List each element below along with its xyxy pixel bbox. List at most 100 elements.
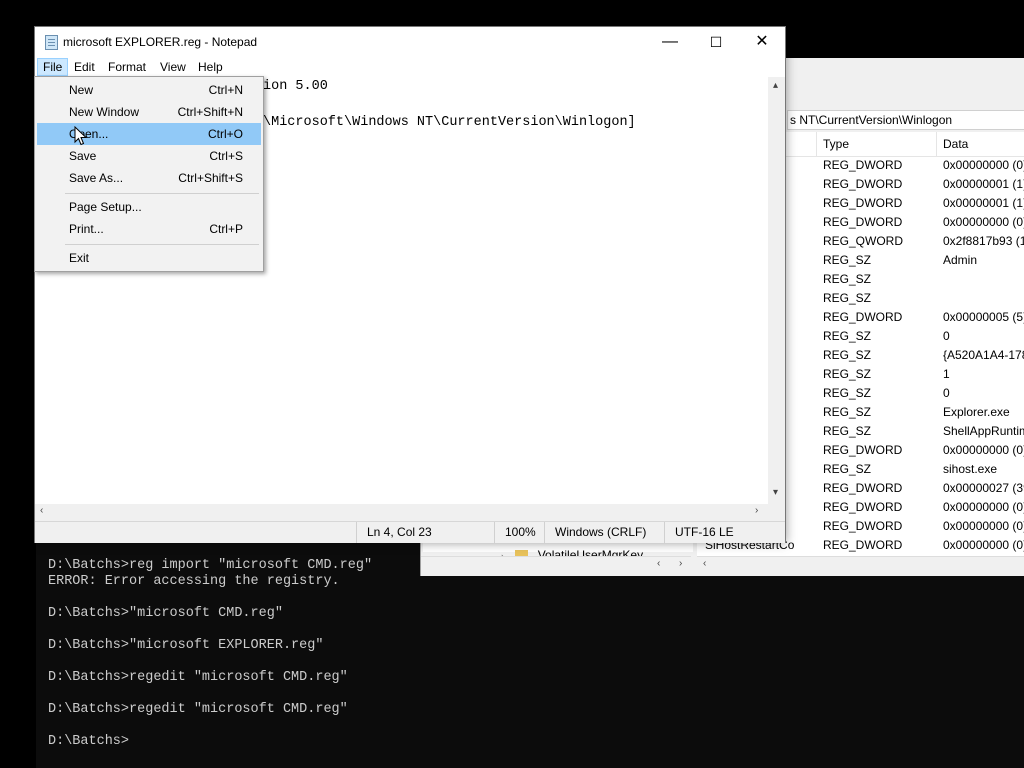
cursor-position: Ln 4, Col 23 xyxy=(356,522,496,543)
value-data: 0x00000000 (0) xyxy=(943,500,1024,514)
editor-line: ion 5.00 xyxy=(263,79,328,94)
value-type: REG_DWORD xyxy=(823,310,903,324)
value-data: sihost.exe xyxy=(943,462,998,476)
value-type: REG_DWORD xyxy=(823,500,903,514)
value-data: 0x00000000 (0) xyxy=(943,158,1024,172)
value-type: REG_DWORD xyxy=(823,443,903,457)
value-data: 0x00000000 (0) xyxy=(943,443,1024,457)
menu-item-save[interactable]: Save Ctrl+S xyxy=(37,145,261,167)
menu-item-label: Print... xyxy=(69,222,104,236)
scroll-down-icon[interactable]: ▾ xyxy=(773,487,778,498)
menu-edit[interactable]: Edit xyxy=(69,58,100,76)
value-data: 0x00000027 (39) xyxy=(943,481,1024,495)
value-data: 0x00000000 (0) xyxy=(943,215,1024,229)
value-type: REG_DWORD xyxy=(823,177,903,191)
menu-item-label: Page Setup... xyxy=(69,200,142,214)
value-data: 0x00000005 (5) xyxy=(943,310,1024,324)
column-header-type[interactable]: Type xyxy=(817,132,937,156)
value-type: REG_SZ xyxy=(823,291,872,305)
value-type: REG_SZ xyxy=(823,405,872,419)
status-bar: Ln 4, Col 23 100% Windows (CRLF) UTF-16 … xyxy=(35,521,785,543)
column-header-data[interactable]: Data xyxy=(937,132,1024,156)
menu-separator xyxy=(65,193,259,194)
menu-separator xyxy=(65,244,259,245)
value-type: REG_SZ xyxy=(823,462,872,476)
menu-bar: File Edit Format View Help xyxy=(35,57,785,77)
console-line: ERROR: Error accessing the registry. xyxy=(48,574,340,589)
zoom-level: 100% xyxy=(494,522,544,543)
values-horizontal-scrollbar[interactable]: ‹ xyxy=(697,556,1024,574)
scroll-right-icon[interactable]: › xyxy=(679,558,682,569)
value-data: {A520A1A4-178 xyxy=(943,348,1024,362)
window-title: microsoft EXPLORER.reg - Notepad xyxy=(63,35,258,49)
value-data: 0x00000000 (0) xyxy=(943,538,1024,552)
menu-item-label: Save xyxy=(69,149,97,163)
console-line: D:\Batchs>reg import "microsoft CMD.reg" xyxy=(48,558,373,573)
tree-horizontal-scrollbar[interactable]: ‹ › xyxy=(421,556,691,574)
menu-item-label: New xyxy=(69,83,94,97)
menu-item-open[interactable]: Open... Ctrl+O xyxy=(37,123,261,145)
menu-file[interactable]: File xyxy=(37,58,69,76)
menu-item-page-setup[interactable]: Page Setup... xyxy=(37,196,261,218)
editor-line: \Microsoft\Windows NT\CurrentVersion\Win… xyxy=(263,115,636,130)
menu-item-shortcut: Ctrl+P xyxy=(209,222,243,236)
menu-item-new-window[interactable]: New Window Ctrl+Shift+N xyxy=(37,101,261,123)
value-type: REG_QWORD xyxy=(823,234,904,248)
menu-item-shortcut: Ctrl+Shift+N xyxy=(177,105,243,119)
notepad-app-icon xyxy=(45,35,58,50)
value-data: Explorer.exe xyxy=(943,405,1010,419)
scroll-left-icon[interactable]: ‹ xyxy=(657,558,660,569)
value-data: 0 xyxy=(943,329,950,343)
value-type: REG_SZ xyxy=(823,424,872,438)
value-data: 0x00000001 (1) xyxy=(943,177,1024,191)
minimize-button[interactable]: — xyxy=(647,27,693,57)
menu-item-shortcut: Ctrl+O xyxy=(207,127,243,141)
scroll-left-icon[interactable]: ‹ xyxy=(703,558,706,569)
value-type: REG_DWORD xyxy=(823,158,903,172)
value-data: 0x00000001 (1) xyxy=(943,196,1024,210)
console-line: D:\Batchs>regedit "microsoft CMD.reg" xyxy=(48,670,348,685)
encoding: UTF-16 LE xyxy=(664,522,785,543)
menu-item-label: Exit xyxy=(69,251,90,265)
menu-item-print[interactable]: Print... Ctrl+P xyxy=(37,218,261,240)
scroll-up-icon[interactable]: ▴ xyxy=(773,80,778,91)
menu-item-shortcut: Ctrl+N xyxy=(208,83,243,97)
menu-item-label: Save As... xyxy=(69,171,124,185)
menu-item-save-as[interactable]: Save As... Ctrl+Shift+S xyxy=(37,167,261,189)
value-type: REG_SZ xyxy=(823,253,872,267)
value-data: 0x00000000 (0) xyxy=(943,519,1024,533)
title-bar[interactable]: microsoft EXPLORER.reg - Notepad — ☐ ✕ xyxy=(35,27,785,57)
console-line: D:\Batchs>"microsoft CMD.reg" xyxy=(48,606,283,621)
address-bar[interactable]: s NT\CurrentVersion\Winlogon xyxy=(787,110,1024,130)
close-button[interactable]: ✕ xyxy=(739,27,785,57)
menu-item-label: New Window xyxy=(69,105,140,119)
scroll-right-icon[interactable]: › xyxy=(755,505,758,516)
menu-item-shortcut: Ctrl+S xyxy=(209,149,243,163)
value-type: REG_SZ xyxy=(823,367,872,381)
menu-item-shortcut: Ctrl+Shift+S xyxy=(178,171,243,185)
value-type: REG_DWORD xyxy=(823,481,903,495)
value-data: 0 xyxy=(943,386,950,400)
console-line: D:\Batchs>regedit "microsoft CMD.reg" xyxy=(48,702,348,717)
menu-view[interactable]: View xyxy=(155,58,191,76)
value-data: 1 xyxy=(943,367,950,381)
value-data: Admin xyxy=(943,253,978,267)
menu-item-new[interactable]: New Ctrl+N xyxy=(37,79,261,101)
menu-help[interactable]: Help xyxy=(193,58,228,76)
value-data: 0x2f8817b93 (12 xyxy=(943,234,1024,248)
maximize-button[interactable]: ☐ xyxy=(693,27,739,57)
vertical-scrollbar[interactable]: ▴ ▾ xyxy=(768,77,785,504)
value-data: ShellAppRuntim xyxy=(943,424,1024,438)
value-type: REG_SZ xyxy=(823,272,872,286)
scrollbar-corner xyxy=(768,504,785,521)
menu-format[interactable]: Format xyxy=(103,58,151,76)
console-prompt[interactable]: D:\Batchs> xyxy=(48,734,129,750)
menu-item-exit[interactable]: Exit xyxy=(37,247,261,269)
line-ending: Windows (CRLF) xyxy=(544,522,664,543)
horizontal-scrollbar[interactable]: ‹ › xyxy=(35,504,768,521)
scroll-left-icon[interactable]: ‹ xyxy=(40,505,43,516)
value-type: REG_SZ xyxy=(823,348,872,362)
file-menu-dropdown: New Ctrl+N New Window Ctrl+Shift+N Open...… xyxy=(34,76,264,272)
value-type: REG_SZ xyxy=(823,386,872,400)
value-type: REG_DWORD xyxy=(823,196,903,210)
